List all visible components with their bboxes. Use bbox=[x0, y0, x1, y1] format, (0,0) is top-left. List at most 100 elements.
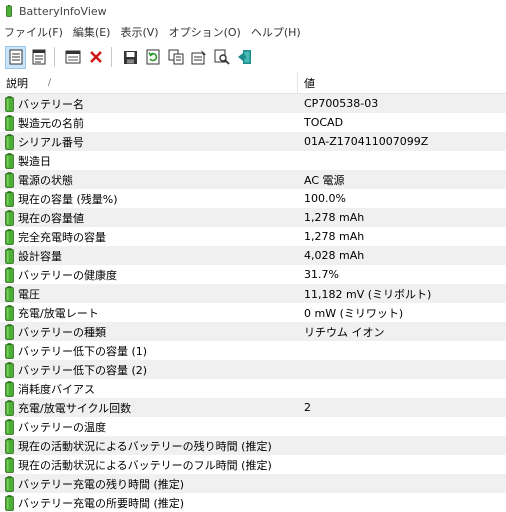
description-cell: バッテリーの種類 bbox=[0, 323, 298, 340]
description-text: バッテリー名 bbox=[18, 97, 84, 111]
list-row[interactable]: シリアル番号 01A-Z170411007099Z bbox=[0, 132, 506, 151]
save-icon bbox=[123, 50, 138, 65]
value-cell: CP700538-03 bbox=[304, 97, 379, 110]
find-button[interactable] bbox=[212, 46, 232, 68]
window-title: BatteryInfoView bbox=[19, 4, 107, 18]
description-cell: 充電/放電レート bbox=[0, 304, 298, 321]
menu-item[interactable]: ファイル(F) bbox=[0, 24, 68, 40]
value-cell: AC 電源 bbox=[304, 173, 345, 187]
list-row[interactable]: バッテリーの健康度 31.7% bbox=[0, 265, 506, 284]
menu-item[interactable]: オプション(O) bbox=[164, 24, 246, 40]
list-row[interactable]: 充電/放電レート 0 mW (ミリワット) bbox=[0, 303, 506, 322]
battery-icon bbox=[5, 114, 14, 131]
properties-icon bbox=[191, 49, 207, 65]
description-cell: 消耗度バイアス bbox=[0, 380, 298, 397]
refresh-button[interactable] bbox=[143, 46, 163, 68]
list-row[interactable]: 現在の活動状況によるバッテリーのフル時間 (推定) bbox=[0, 455, 506, 474]
description-cell: 充電/放電サイクル回数 bbox=[0, 399, 298, 416]
battery-icon bbox=[5, 494, 14, 511]
menu-item[interactable]: 編集(E) bbox=[68, 24, 116, 40]
description-text: 充電/放電サイクル回数 bbox=[18, 401, 132, 415]
column-header-description[interactable]: 説明 / bbox=[0, 72, 298, 93]
battery-icon bbox=[5, 209, 14, 226]
description-text: 現在の容量値 bbox=[18, 211, 84, 225]
description-cell: バッテリーの温度 bbox=[0, 418, 298, 435]
list-row[interactable]: バッテリー低下の容量 (1) bbox=[0, 341, 506, 360]
battery-icon bbox=[5, 152, 14, 169]
properties-window-icon bbox=[65, 50, 81, 64]
save-button[interactable] bbox=[120, 46, 140, 68]
delete-button[interactable] bbox=[86, 46, 106, 68]
html-report-view-button[interactable] bbox=[5, 45, 26, 69]
list-row[interactable]: 現在の容量 (残量%) 100.0% bbox=[0, 189, 506, 208]
properties-window-button[interactable] bbox=[63, 46, 83, 68]
column-description-label: 説明 bbox=[6, 76, 28, 90]
description-text: 現在の活動状況によるバッテリーの残り時間 (推定) bbox=[18, 439, 272, 453]
list-row[interactable]: 電圧 11,182 mV (ミリボルト) bbox=[0, 284, 506, 303]
text-view-button[interactable] bbox=[29, 46, 49, 68]
list-row[interactable]: バッテリー充電の残り時間 (推定) bbox=[0, 474, 506, 493]
description-text: バッテリー低下の容量 (1) bbox=[18, 344, 148, 358]
battery-icon bbox=[5, 266, 14, 283]
description-text: バッテリー低下の容量 (2) bbox=[18, 363, 148, 377]
description-cell: 現在の活動状況によるバッテリーのフル時間 (推定) bbox=[0, 456, 298, 473]
value-cell: 31.7% bbox=[304, 268, 339, 281]
list-row[interactable]: 消耗度バイアス bbox=[0, 379, 506, 398]
list-row[interactable]: 完全充電時の容量 1,278 mAh bbox=[0, 227, 506, 246]
value-cell: 2 bbox=[304, 401, 311, 414]
battery-icon bbox=[5, 380, 14, 397]
description-text: 製造元の名前 bbox=[18, 116, 84, 130]
list-row[interactable]: バッテリー名 CP700538-03 bbox=[0, 94, 506, 113]
description-cell: バッテリー名 bbox=[0, 95, 298, 112]
battery-info-list[interactable]: 説明 / 値 バッテリー名 CP700538-03 製造元の名前 TOCAD シリアル番… bbox=[0, 72, 506, 512]
properties-button[interactable] bbox=[189, 46, 209, 68]
list-row[interactable]: バッテリー低下の容量 (2) bbox=[0, 360, 506, 379]
description-text: 製造日 bbox=[18, 154, 51, 168]
list-row[interactable]: 製造日 bbox=[0, 151, 506, 170]
list-rows: バッテリー名 CP700538-03 製造元の名前 TOCAD シリアル番号 01A-Z1… bbox=[0, 94, 506, 512]
battery-icon bbox=[5, 304, 14, 321]
list-row[interactable]: バッテリーの種類 リチウム イオン bbox=[0, 322, 506, 341]
battery-icon bbox=[5, 418, 14, 435]
description-cell: バッテリー低下の容量 (1) bbox=[0, 342, 298, 359]
list-row[interactable]: 製造元の名前 TOCAD bbox=[0, 113, 506, 132]
description-cell: 設計容量 bbox=[0, 247, 298, 264]
value-cell: 1,278 mAh bbox=[304, 230, 365, 243]
toolbar bbox=[0, 42, 506, 73]
description-cell: バッテリー充電の所要時間 (推定) bbox=[0, 494, 298, 511]
description-text: 充電/放電レート bbox=[18, 306, 99, 320]
list-row[interactable]: 設計容量 4,028 mAh bbox=[0, 246, 506, 265]
list-row[interactable]: バッテリーの温度 bbox=[0, 417, 506, 436]
title-bar: BatteryInfoView bbox=[0, 0, 506, 22]
column-header-value[interactable]: 値 bbox=[298, 75, 315, 91]
description-text: バッテリーの健康度 bbox=[18, 268, 117, 282]
menu-item[interactable]: 表示(V) bbox=[115, 24, 163, 40]
description-text: 設計容量 bbox=[18, 249, 62, 263]
list-row[interactable]: 電源の状態 AC 電源 bbox=[0, 170, 506, 189]
list-row[interactable]: 充電/放電サイクル回数 2 bbox=[0, 398, 506, 417]
list-row[interactable]: バッテリー充電の所要時間 (推定) bbox=[0, 493, 506, 512]
battery-icon bbox=[5, 247, 14, 264]
description-text: シリアル番号 bbox=[18, 135, 84, 149]
description-cell: バッテリー低下の容量 (2) bbox=[0, 361, 298, 378]
battery-icon bbox=[5, 437, 14, 454]
battery-icon bbox=[5, 285, 14, 302]
value-cell: 100.0% bbox=[304, 192, 346, 205]
copy-button[interactable] bbox=[166, 46, 186, 68]
exit-button[interactable] bbox=[235, 46, 255, 68]
toolbar-separator bbox=[54, 47, 55, 67]
list-row[interactable]: 現在の活動状況によるバッテリーの残り時間 (推定) bbox=[0, 436, 506, 455]
battery-icon bbox=[5, 456, 14, 473]
description-cell: 現在の活動状況によるバッテリーの残り時間 (推定) bbox=[0, 437, 298, 454]
description-text: バッテリー充電の残り時間 (推定) bbox=[18, 477, 185, 491]
text-view-icon bbox=[32, 49, 46, 65]
menu-item[interactable]: ヘルプ(H) bbox=[246, 24, 306, 40]
delete-icon bbox=[89, 50, 103, 64]
description-text: 電圧 bbox=[18, 287, 40, 301]
column-value-label: 値 bbox=[304, 76, 315, 90]
find-icon bbox=[214, 49, 230, 65]
battery-icon bbox=[5, 190, 14, 207]
list-row[interactable]: 現在の容量値 1,278 mAh bbox=[0, 208, 506, 227]
description-cell: シリアル番号 bbox=[0, 133, 298, 150]
description-text: バッテリー充電の所要時間 (推定) bbox=[18, 496, 185, 510]
